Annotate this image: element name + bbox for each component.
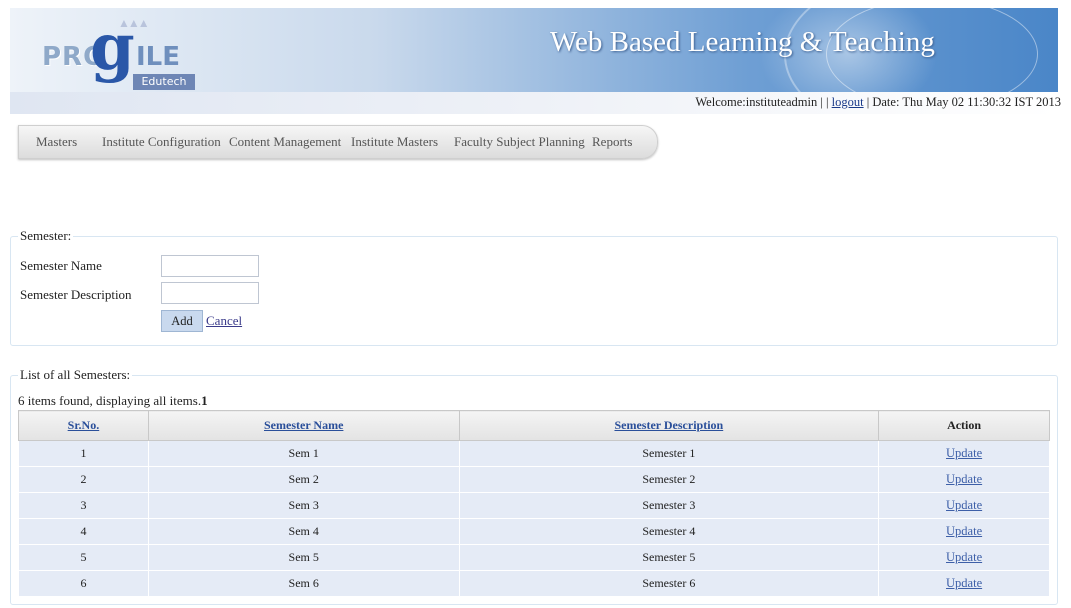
table-header-row: Sr.No. Semester Name Semester Descriptio…: [18, 410, 1050, 441]
items-found-text: 6 items found, displaying all items.1: [18, 393, 208, 409]
cell-sr-no: 4: [18, 518, 149, 545]
nav-item-faculty-subject-planning[interactable]: Faculty Subject Planning: [454, 134, 585, 150]
logout-link[interactable]: logout: [832, 95, 864, 109]
semester-table: Sr.No. Semester Name Semester Descriptio…: [18, 410, 1050, 597]
cell-sr-no: 6: [18, 570, 149, 597]
page-number[interactable]: 1: [201, 393, 208, 408]
update-link[interactable]: Update: [946, 498, 982, 512]
welcome-line: Welcome:instituteadmin | | logout | Date…: [695, 95, 1061, 110]
cancel-link[interactable]: Cancel: [206, 313, 242, 329]
cell-sr-no: 3: [18, 492, 149, 519]
table-row: 2 Sem 2 Semester 2 Update: [18, 466, 1050, 493]
cell-action: Update: [878, 518, 1050, 545]
cell-semester-description: Semester 5: [458, 544, 880, 571]
sort-semester-description-link[interactable]: Semester Description: [614, 418, 723, 432]
cell-semester-description: Semester 3: [458, 492, 880, 519]
cell-action: Update: [878, 466, 1050, 493]
semester-name-input[interactable]: [161, 255, 259, 277]
logo-text-ile: ILE: [136, 42, 181, 72]
sort-semester-name-link[interactable]: Semester Name: [264, 418, 343, 432]
cell-semester-name: Sem 2: [147, 466, 460, 493]
column-header-sr-no[interactable]: Sr.No.: [18, 410, 149, 441]
progile-logo[interactable]: ▲▲▲ PRO g ILE Edutech: [36, 10, 206, 90]
cell-semester-name: Sem 5: [147, 544, 460, 571]
update-link[interactable]: Update: [946, 524, 982, 538]
update-link[interactable]: Update: [946, 446, 982, 460]
header-banner: ▲▲▲ PRO g ILE Edutech Web Based Learning…: [10, 8, 1058, 92]
cell-semester-description: Semester 4: [458, 518, 880, 545]
cell-action: Update: [878, 492, 1050, 519]
cell-semester-description: Semester 2: [458, 466, 880, 493]
cell-action: Update: [878, 440, 1050, 467]
semester-name-label: Semester Name: [20, 258, 102, 273]
column-header-semester-description[interactable]: Semester Description: [458, 410, 880, 441]
cell-sr-no: 2: [18, 466, 149, 493]
add-button[interactable]: Add: [161, 310, 203, 332]
column-header-semester-name[interactable]: Semester Name: [147, 410, 460, 441]
table-row: 4 Sem 4 Semester 4 Update: [18, 518, 1050, 545]
cell-semester-name: Sem 6: [147, 570, 460, 597]
table-row: 1 Sem 1 Semester 1 Update: [18, 440, 1050, 467]
welcome-user-text: Welcome:instituteadmin | |: [695, 95, 829, 109]
column-header-action: Action: [878, 410, 1050, 441]
cell-semester-description: Semester 1: [458, 440, 880, 467]
update-link[interactable]: Update: [946, 576, 982, 590]
sort-sr-no-link[interactable]: Sr.No.: [68, 418, 100, 432]
semester-description-input[interactable]: [161, 282, 259, 304]
cell-sr-no: 5: [18, 544, 149, 571]
nav-item-content-management[interactable]: Content Management: [229, 134, 341, 150]
main-nav: Masters Institute Configuration Content …: [18, 125, 658, 159]
items-found-message: 6 items found, displaying all items.: [18, 393, 202, 408]
cell-semester-name: Sem 1: [147, 440, 460, 467]
semester-form-legend: Semester:: [18, 228, 74, 244]
cell-sr-no: 1: [18, 440, 149, 467]
nav-item-institute-masters[interactable]: Institute Masters: [351, 134, 438, 150]
cell-semester-name: Sem 3: [147, 492, 460, 519]
cell-action: Update: [878, 570, 1050, 597]
date-text: | Date: Thu May 02 11:30:32 IST 2013: [866, 95, 1061, 109]
nav-item-reports[interactable]: Reports: [592, 134, 632, 150]
nav-item-masters[interactable]: Masters: [36, 134, 77, 150]
table-row: 5 Sem 5 Semester 5 Update: [18, 544, 1050, 571]
table-row: 3 Sem 3 Semester 3 Update: [18, 492, 1050, 519]
cell-semester-name: Sem 4: [147, 518, 460, 545]
logo-text-g: g: [90, 10, 135, 85]
update-link[interactable]: Update: [946, 472, 982, 486]
nav-item-institute-configuration[interactable]: Institute Configuration: [102, 134, 221, 150]
cell-semester-description: Semester 6: [458, 570, 880, 597]
logo-text-edutech: Edutech: [133, 74, 195, 90]
update-link[interactable]: Update: [946, 550, 982, 564]
semester-list-legend: List of all Semesters:: [18, 367, 133, 383]
site-title: Web Based Learning & Teaching: [550, 26, 935, 58]
cell-action: Update: [878, 544, 1050, 571]
table-row: 6 Sem 6 Semester 6 Update: [18, 570, 1050, 597]
semester-description-label: Semester Description: [20, 287, 132, 302]
